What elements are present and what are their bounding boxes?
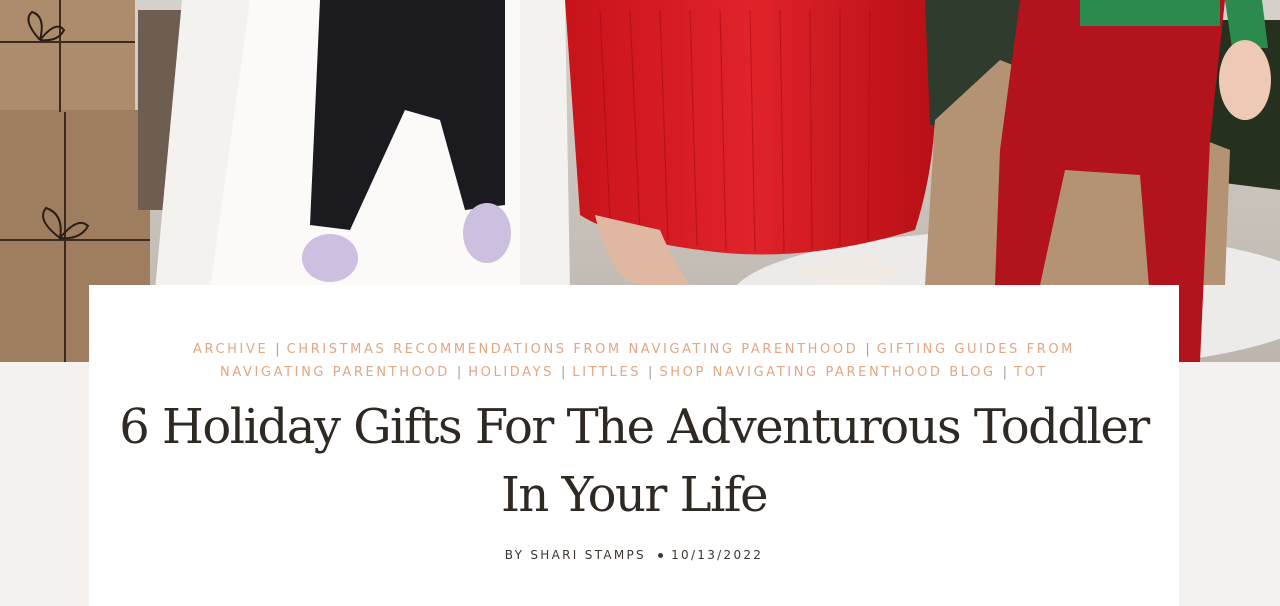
category-separator: | xyxy=(561,364,566,380)
category-separator: | xyxy=(456,364,462,380)
category-separator: | xyxy=(275,342,280,357)
category-link-christmas-recommendations[interactable]: CHRISTMAS RECOMMENDATIONS FROM NAVIGATIN… xyxy=(287,342,859,357)
category-link-holidays[interactable]: HOLIDAYS xyxy=(468,365,554,380)
byline-prefix: BY xyxy=(504,548,525,562)
category-link-tot[interactable]: TOT xyxy=(1014,365,1048,380)
author-link[interactable]: SHARI STAMPS xyxy=(530,548,646,562)
meta-dot-icon xyxy=(658,553,664,558)
post-title: 6 Holiday Gifts For The Adventurous Todd… xyxy=(119,399,1150,523)
post-date: 10/13/2022 xyxy=(671,548,764,562)
post-header-card: ARCHIVE | CHRISTMAS RECOMMENDATIONS FROM N… xyxy=(89,285,1179,606)
post-categories: ARCHIVE | CHRISTMAS RECOMMENDATIONS FROM N… xyxy=(149,339,1119,384)
category-separator: | xyxy=(648,364,653,380)
post-meta: BY SHARI STAMPS 10/13/2022 xyxy=(89,548,1179,562)
category-separator: | xyxy=(865,342,870,357)
category-link-shop-blog[interactable]: SHOP NAVIGATING PARENTHOOD BLOG xyxy=(659,365,995,380)
category-link-littles[interactable]: LITTLES xyxy=(572,365,641,380)
category-separator: | xyxy=(1002,364,1008,380)
category-link-archive[interactable]: ARCHIVE xyxy=(193,342,268,357)
